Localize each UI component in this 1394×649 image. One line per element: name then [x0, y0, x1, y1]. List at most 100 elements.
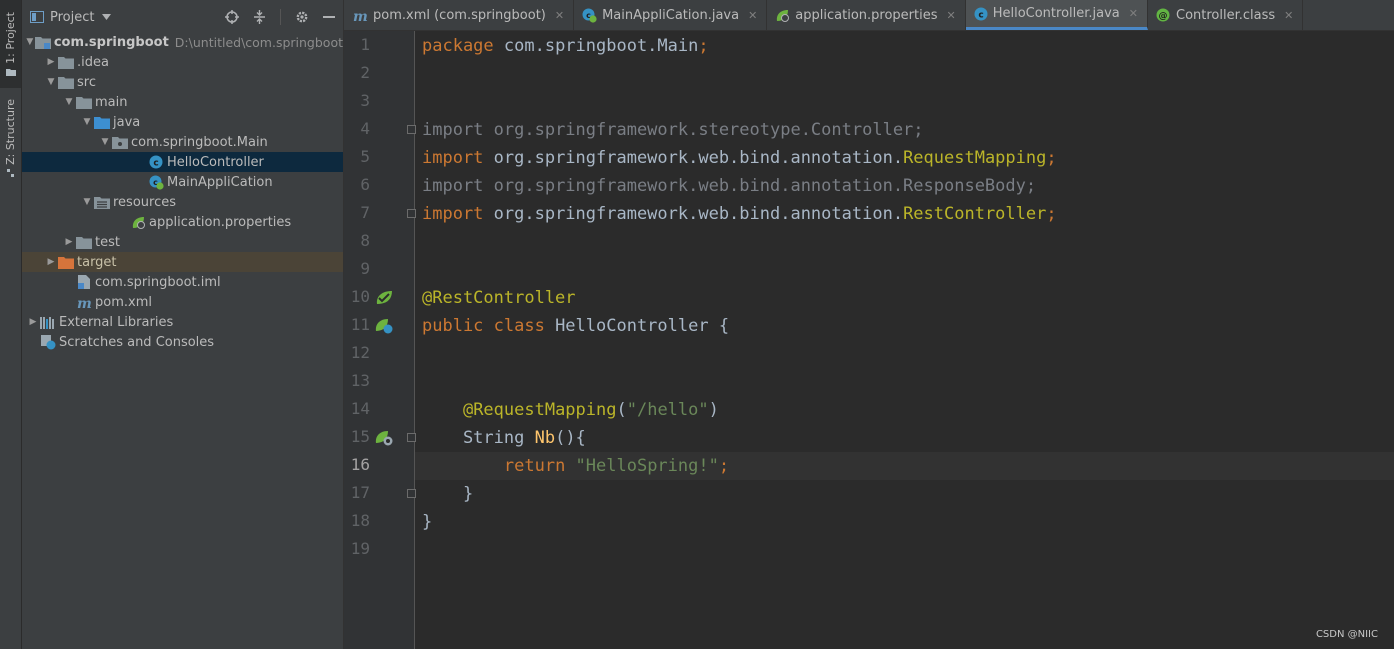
code-token: RequestMapping — [903, 148, 1047, 168]
code-line[interactable]: @RequestMapping("/hello") — [415, 396, 1394, 424]
svg-text:m: m — [353, 9, 368, 22]
class-icon: c — [148, 155, 164, 169]
code-line[interactable] — [415, 88, 1394, 116]
collapsed-arrow-icon[interactable]: ▶ — [44, 257, 58, 267]
code-token: import — [422, 148, 494, 168]
close-icon[interactable]: ✕ — [555, 9, 564, 22]
code-token: ; — [698, 36, 709, 56]
code-line[interactable]: return "HelloSpring!"; — [415, 452, 1394, 480]
tree-item-pom-xml[interactable]: m pom.xml — [22, 292, 343, 312]
tree-item-resources[interactable]: ▼ resources — [22, 192, 343, 212]
code-line-text: import org.springframework.web.bind.anno… — [415, 148, 1057, 168]
editor-tab-controller-class[interactable]: @ Controller.class ✕ — [1148, 0, 1304, 30]
code-line[interactable]: import org.springframework.web.bind.anno… — [415, 200, 1394, 228]
tree-item-idea[interactable]: ▶ .idea — [22, 52, 343, 72]
tree-item-label: .idea — [77, 54, 109, 70]
editor-tab-bar: m pom.xml (com.springboot) ✕ c MainAppliCati… — [344, 0, 1394, 31]
expanded-arrow-icon[interactable]: ▼ — [80, 117, 94, 127]
structure-tool-tab[interactable]: Z: Structure — [0, 96, 21, 180]
project-tool-tab[interactable]: 1: Project — [0, 0, 21, 88]
close-icon[interactable]: ✕ — [1129, 7, 1138, 20]
line-number: 13 — [350, 371, 370, 390]
tree-item-scratches-and-consoles[interactable]: Scratches and Consoles — [22, 332, 343, 352]
line-number: 2 — [360, 63, 370, 82]
expanded-arrow-icon[interactable]: ▼ — [44, 77, 58, 87]
code-line[interactable]: @RestController — [415, 284, 1394, 312]
minimize-icon[interactable] — [323, 16, 335, 18]
spring-bean-icon[interactable] — [375, 289, 394, 310]
package-icon — [112, 135, 128, 149]
code-token: @RequestMapping — [462, 400, 617, 420]
expanded-arrow-icon[interactable]: ▼ — [80, 197, 94, 207]
expanded-arrow-icon[interactable]: ▼ — [62, 97, 76, 107]
code-editor[interactable]: package com.springboot.Main; import org.s… — [415, 31, 1394, 649]
tree-item-target[interactable]: ▶ target — [22, 252, 343, 272]
tree-item-application-properties[interactable]: application.properties — [22, 212, 343, 232]
line-number: 10 — [350, 287, 370, 306]
code-line-text: String Nb(){ — [415, 428, 586, 448]
expanded-arrow-icon[interactable]: ▼ — [98, 137, 112, 147]
request-mapping-icon[interactable] — [375, 429, 394, 450]
code-line[interactable]: } — [415, 508, 1394, 536]
code-line[interactable]: package com.springboot.Main; — [415, 32, 1394, 60]
maven-icon: m — [352, 9, 368, 22]
code-token: ; — [1046, 204, 1057, 224]
close-icon[interactable]: ✕ — [748, 9, 757, 22]
code-token: (){ — [555, 428, 586, 448]
gear-icon[interactable] — [295, 10, 309, 24]
code-line[interactable] — [415, 60, 1394, 88]
close-icon[interactable]: ✕ — [946, 9, 955, 22]
code-line[interactable]: import org.springframework.web.bind.anno… — [415, 172, 1394, 200]
tree-item-label: target — [77, 254, 117, 270]
spring-bean-gutter-icon[interactable] — [375, 317, 394, 338]
watermark: CSDN @NIIC — [1315, 629, 1378, 640]
svg-text:@: @ — [1159, 11, 1168, 21]
locate-icon[interactable] — [225, 10, 239, 24]
code-line[interactable] — [415, 256, 1394, 284]
code-line[interactable]: String Nb(){ — [415, 424, 1394, 452]
code-line[interactable] — [415, 536, 1394, 564]
editor-tab-hellocontroller-java[interactable]: c HelloController.java ✕ — [965, 0, 1148, 30]
close-icon[interactable]: ✕ — [1284, 9, 1293, 22]
project-tool-tab-label: 1: Project — [4, 12, 17, 64]
line-number: 16 — [350, 455, 370, 474]
expanded-arrow-icon[interactable]: ▼ — [25, 37, 35, 47]
editor-tab-application-properties[interactable]: application.properties ✕ — [767, 0, 966, 30]
line-number: 11 — [350, 315, 370, 334]
tree-item-hellocontroller[interactable]: c HelloController — [22, 152, 343, 172]
svg-text:c: c — [153, 159, 158, 169]
tree-item-main[interactable]: ▼ main — [22, 92, 343, 112]
editor-tab-mainapplication-java[interactable]: c MainAppliCation.java ✕ — [574, 0, 768, 30]
tree-item-src[interactable]: ▼ src — [22, 72, 343, 92]
tree-item-com-springboot-main[interactable]: ▼ com.springboot.Main — [22, 132, 343, 152]
editor-tab-pom-xml-com-springboot[interactable]: m pom.xml (com.springboot) ✕ — [344, 0, 575, 30]
code-token: package — [422, 36, 504, 56]
project-panel-title[interactable]: Project — [50, 10, 94, 25]
line-number: 7 — [360, 203, 370, 222]
collapse-all-icon[interactable] — [253, 10, 266, 24]
collapsed-arrow-icon[interactable]: ▶ — [44, 57, 58, 67]
tree-item-external-libraries[interactable]: ▶ External Libraries — [22, 312, 343, 332]
collapsed-arrow-icon[interactable]: ▶ — [26, 317, 40, 327]
code-token: Nb — [534, 428, 556, 448]
code-line[interactable] — [415, 368, 1394, 396]
folder-icon — [5, 68, 16, 76]
structure-icon — [6, 168, 14, 177]
code-line-text: import org.springframework.web.bind.anno… — [415, 204, 1057, 224]
code-line[interactable] — [415, 228, 1394, 256]
tree-item-test[interactable]: ▶ test — [22, 232, 343, 252]
code-line[interactable] — [415, 340, 1394, 368]
code-line[interactable]: } — [415, 480, 1394, 508]
tree-item-com-springboot-iml[interactable]: com.springboot.iml — [22, 272, 343, 292]
tree-item-mainapplication[interactable]: c MainAppliCation — [22, 172, 343, 192]
code-token: "/hello" — [626, 400, 709, 420]
code-line[interactable]: import org.springframework.stereotype.Co… — [415, 116, 1394, 144]
line-number: 12 — [350, 343, 370, 362]
tree-item-com-springboot[interactable]: ▼ com.springboot D:\untitled\com.springboo… — [22, 32, 343, 52]
code-line[interactable]: public class HelloController { — [415, 312, 1394, 340]
collapsed-arrow-icon[interactable]: ▶ — [62, 237, 76, 247]
code-line[interactable]: import org.springframework.web.bind.anno… — [415, 144, 1394, 172]
tree-item-java[interactable]: ▼ java — [22, 112, 343, 132]
chevron-down-icon[interactable] — [102, 14, 112, 20]
